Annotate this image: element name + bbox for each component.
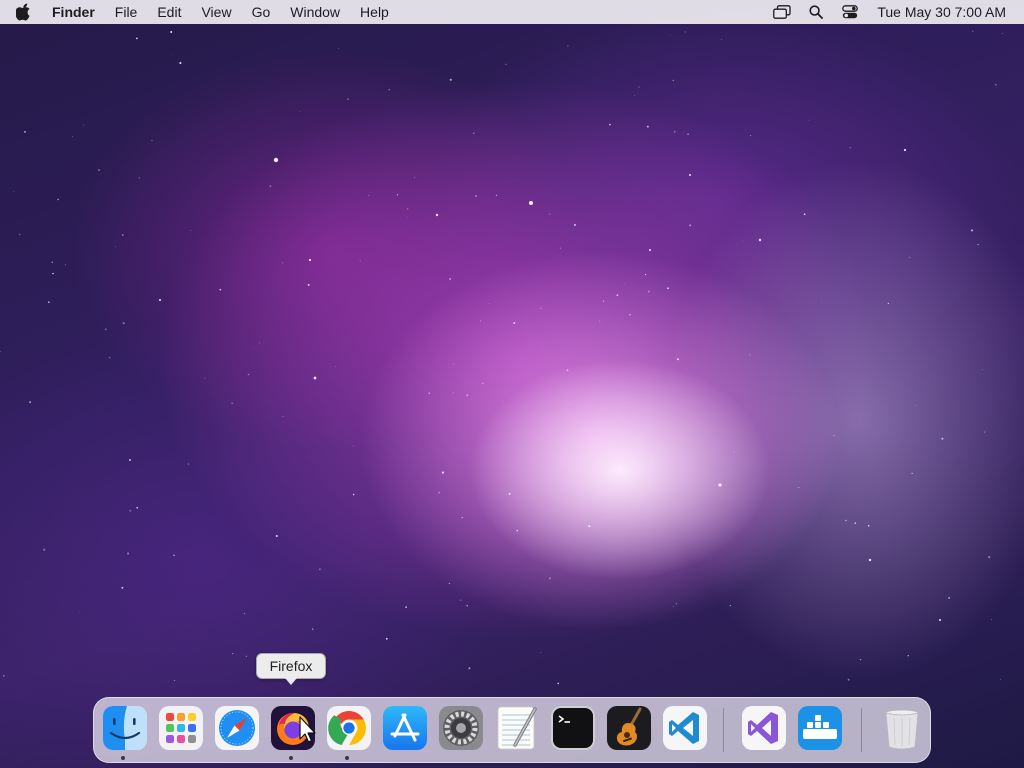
textedit-icon: [497, 706, 537, 750]
dock-item-vscode[interactable]: [662, 705, 708, 751]
dock-item-firefox[interactable]: [270, 705, 316, 751]
menu-file[interactable]: File: [105, 0, 148, 24]
finder-icon: [103, 706, 147, 750]
launchpad-icon: [159, 706, 203, 750]
dock-item-safari[interactable]: [214, 705, 260, 751]
menu-help[interactable]: Help: [350, 0, 399, 24]
dock-item-trash[interactable]: [879, 705, 925, 751]
status-area: Tue May 30 7:00 AM: [765, 0, 1024, 24]
garageband-icon: [607, 706, 651, 750]
dock-item-garageband[interactable]: [606, 705, 652, 751]
dock-separator: [861, 708, 862, 752]
dock-item-finder[interactable]: [102, 705, 148, 751]
safari-icon: [215, 706, 259, 750]
dock-item-textedit[interactable]: [494, 705, 540, 751]
menu-view[interactable]: View: [191, 0, 241, 24]
app-store-icon: [383, 706, 427, 750]
running-indicator-chrome: [345, 756, 349, 760]
desktop-wallpaper: [0, 0, 1024, 768]
running-indicator-firefox: [289, 756, 293, 760]
menu-window[interactable]: Window: [280, 0, 350, 24]
dock-item-launchpad[interactable]: [158, 705, 204, 751]
system-preferences-icon: [439, 706, 483, 750]
dock-item-visual-studio[interactable]: [741, 705, 787, 751]
dock-tooltip: Firefox: [256, 653, 326, 685]
docker-icon: [798, 706, 842, 750]
menu-bar-clock[interactable]: Tue May 30 7:00 AM: [877, 4, 1006, 20]
dock-item-terminal[interactable]: [550, 705, 596, 751]
menu-edit[interactable]: Edit: [147, 0, 191, 24]
apple-logo-icon[interactable]: [16, 0, 38, 24]
menu-go[interactable]: Go: [242, 0, 281, 24]
control-center-icon[interactable]: [840, 0, 860, 24]
dock-item-app-store[interactable]: [382, 705, 428, 751]
running-indicator-finder: [121, 756, 125, 760]
dock-item-chrome[interactable]: [326, 705, 372, 751]
menu-app-finder[interactable]: Finder: [38, 0, 105, 24]
spotlight-search-icon[interactable]: [806, 0, 826, 24]
mouse-pointer-icon: [299, 716, 316, 743]
vscode-icon: [663, 706, 707, 750]
terminal-icon: [551, 706, 595, 750]
dock-item-docker[interactable]: [797, 705, 843, 751]
dock-separator: [723, 708, 724, 752]
dock-item-system-preferences[interactable]: [438, 705, 484, 751]
star-field: [0, 30, 1003, 690]
trash-icon: [885, 709, 919, 750]
screen-mirroring-icon[interactable]: [772, 0, 792, 24]
dock: [93, 697, 931, 763]
menu-bar: Finder File Edit View Go Window Help Tue…: [0, 0, 1024, 24]
chrome-icon: [327, 706, 371, 750]
visual-studio-icon: [742, 706, 786, 750]
